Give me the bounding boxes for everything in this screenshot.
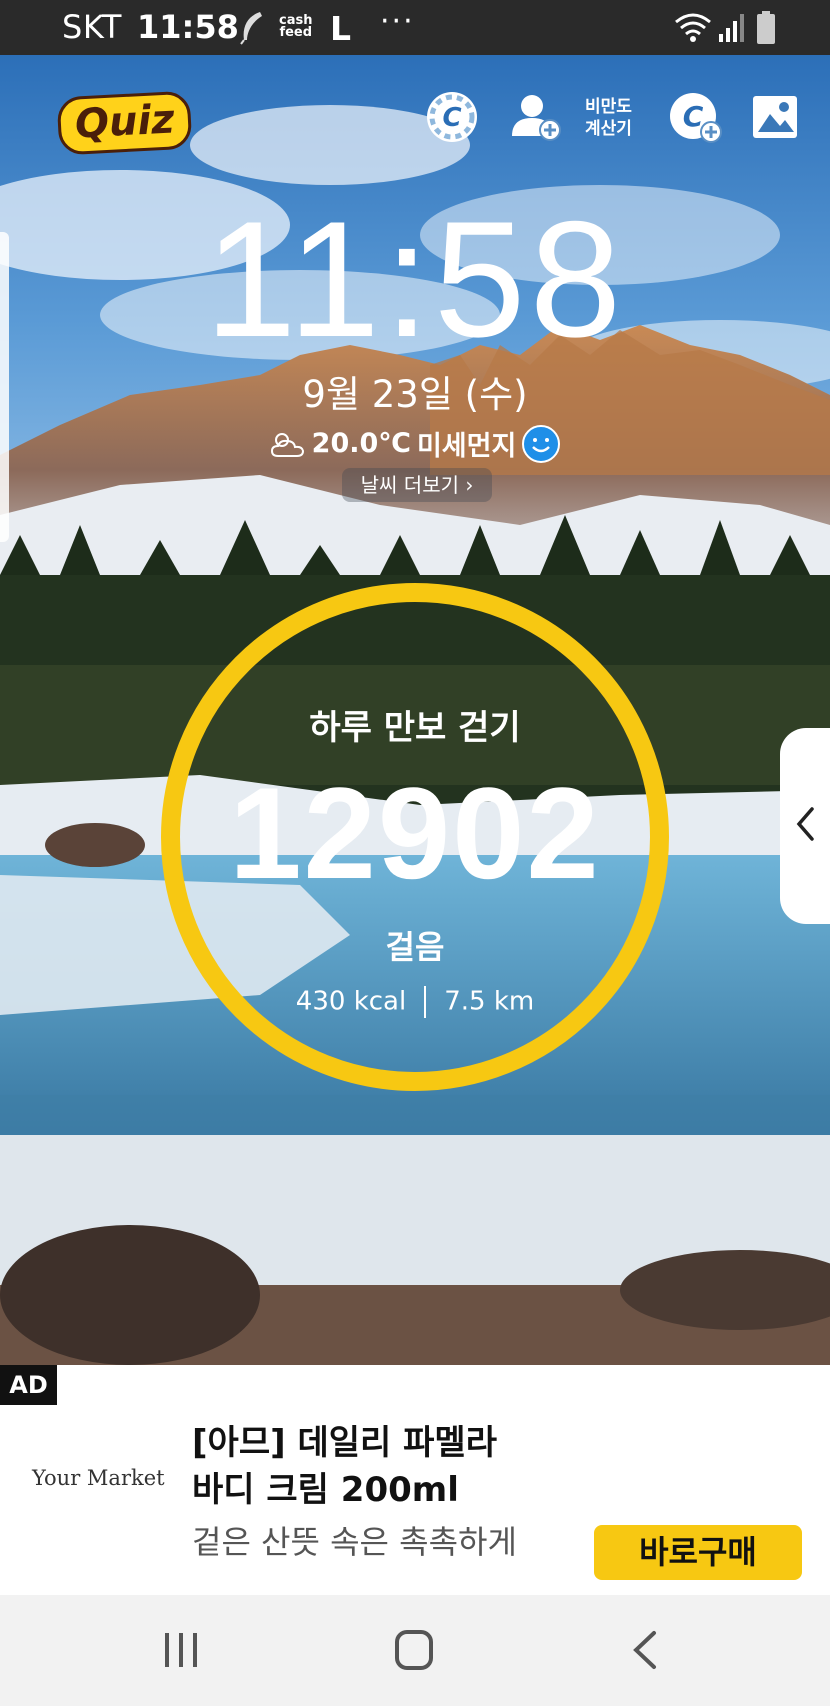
weather-more-button[interactable]: 날씨 더보기 › (342, 468, 492, 502)
home-icon[interactable] (384, 1625, 444, 1675)
ad-subtitle: 겉은 산뜻 속은 촉촉하게 (192, 1523, 517, 1561)
obesity-calculator-button[interactable]: 비만도 계산기 (585, 96, 632, 140)
cashslide-coin-icon[interactable]: C (425, 90, 479, 144)
left-edge-handle[interactable] (0, 232, 9, 542)
temperature: 20.0℃ (311, 428, 411, 459)
navigation-bar (0, 1595, 830, 1706)
pedometer-stats: 430 kcal 7.5 km (0, 986, 830, 1018)
calories: 430 kcal (295, 986, 407, 1017)
cashfeed-icon: cash feed (279, 13, 313, 40)
status-time: 11:58 (137, 8, 239, 46)
smile-good-icon (522, 424, 561, 463)
fine-dust-label: 미세먼지 (416, 431, 517, 462)
more-notifications-icon: ··· (380, 4, 415, 39)
obesity-calc-line1: 비만도 (585, 97, 632, 117)
lock-screen: SKT 11:58 cash feed L ··· Quiz C 비만도 계산기… (0, 0, 830, 1706)
wifi-icon (675, 13, 711, 42)
status-bar: SKT 11:58 cash feed L ··· (0, 0, 830, 55)
obesity-calc-line2: 계산기 (585, 119, 632, 139)
recent-apps-icon[interactable] (151, 1625, 211, 1675)
lock-date: 9월 23일 (수) (302, 373, 528, 416)
distance: 7.5 km (444, 986, 535, 1017)
ad-title-line2: 바디 크림 200ml (192, 1470, 459, 1510)
ad-banner[interactable]: AD Your Market [아므] 데일리 파멜라 바디 크림 200ml … (0, 1365, 830, 1595)
pedometer-title: 하루 만보 걷기 (309, 708, 521, 748)
chevron-left-icon (796, 807, 814, 841)
add-friend-icon[interactable] (508, 90, 562, 144)
ad-title: [아므] 데일리 파멜라 바디 크림 200ml (192, 1420, 592, 1514)
ad-badge: AD (0, 1365, 57, 1405)
feather-icon (240, 12, 262, 45)
svg-text:C: C (442, 103, 461, 133)
carrier-label: SKT (62, 8, 122, 46)
stats-divider (424, 986, 427, 1018)
step-unit: 걸음 (385, 928, 445, 966)
l-app-icon: L (330, 9, 352, 48)
ad-brand-logo: Your Market (32, 1466, 165, 1490)
coin-plus-icon[interactable]: C (668, 90, 722, 144)
weather-summary[interactable]: 20.0℃ 미세먼지 (0, 424, 830, 465)
svg-text:C: C (683, 100, 704, 133)
battery-icon (757, 11, 775, 44)
ad-title-line1: [아므] 데일리 파멜라 (192, 1423, 497, 1463)
buy-now-button[interactable]: 바로구매 (594, 1525, 802, 1580)
quiz-button[interactable]: Quiz (56, 90, 193, 156)
lock-clock: 11:58 (204, 187, 626, 371)
signal-icon (719, 14, 744, 42)
back-icon[interactable] (616, 1625, 676, 1675)
partly-cloudy-icon (270, 432, 304, 457)
right-panel-tab[interactable] (780, 728, 830, 924)
step-count: 12902 (229, 760, 601, 906)
wallpaper-image-icon[interactable] (750, 90, 804, 144)
